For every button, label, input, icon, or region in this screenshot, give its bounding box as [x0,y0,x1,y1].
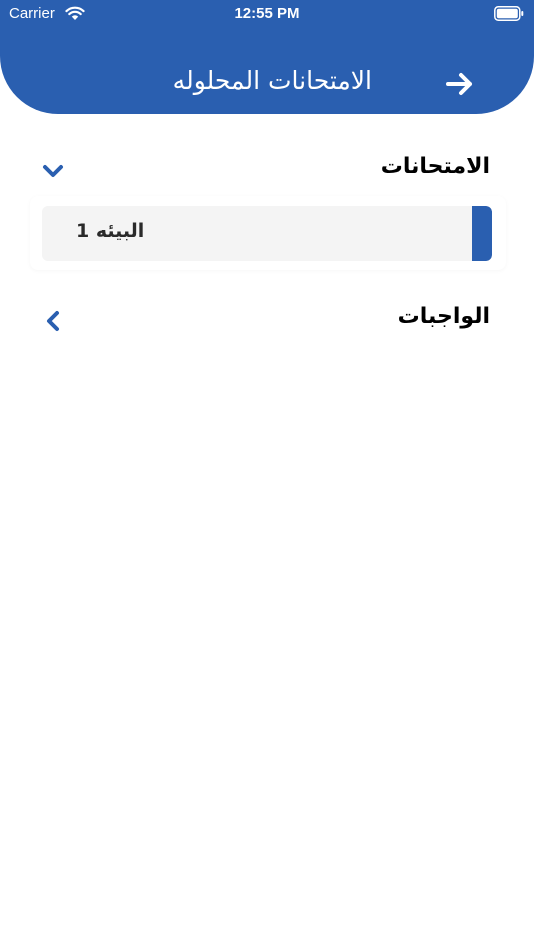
section-exams-title: الامتحانات [380,154,490,179]
chevron-down-icon[interactable] [40,158,66,184]
chevron-left-icon[interactable] [40,308,66,334]
battery-icon [494,6,524,21]
list-item-exam[interactable]: البيئه 1 [42,206,492,261]
page-title: الامتحانات المحلوله [172,66,372,95]
status-bar: Carrier 12:55 PM [0,0,534,28]
title-bar: الامتحانات المحلوله [0,62,534,106]
list-item-label: البيئه 1 [76,220,145,242]
back-arrow-icon[interactable] [444,68,476,100]
section-homework-header[interactable]: الواجبات [0,300,534,340]
app-header: Carrier 12:55 PM الامتحانات المحلوله [0,0,534,114]
clock: 12:55 PM [234,5,300,22]
section-exams-header[interactable]: الامتحانات [0,150,534,190]
section-homework-title: الواجبات [397,304,490,329]
item-accent-bar [472,206,492,261]
